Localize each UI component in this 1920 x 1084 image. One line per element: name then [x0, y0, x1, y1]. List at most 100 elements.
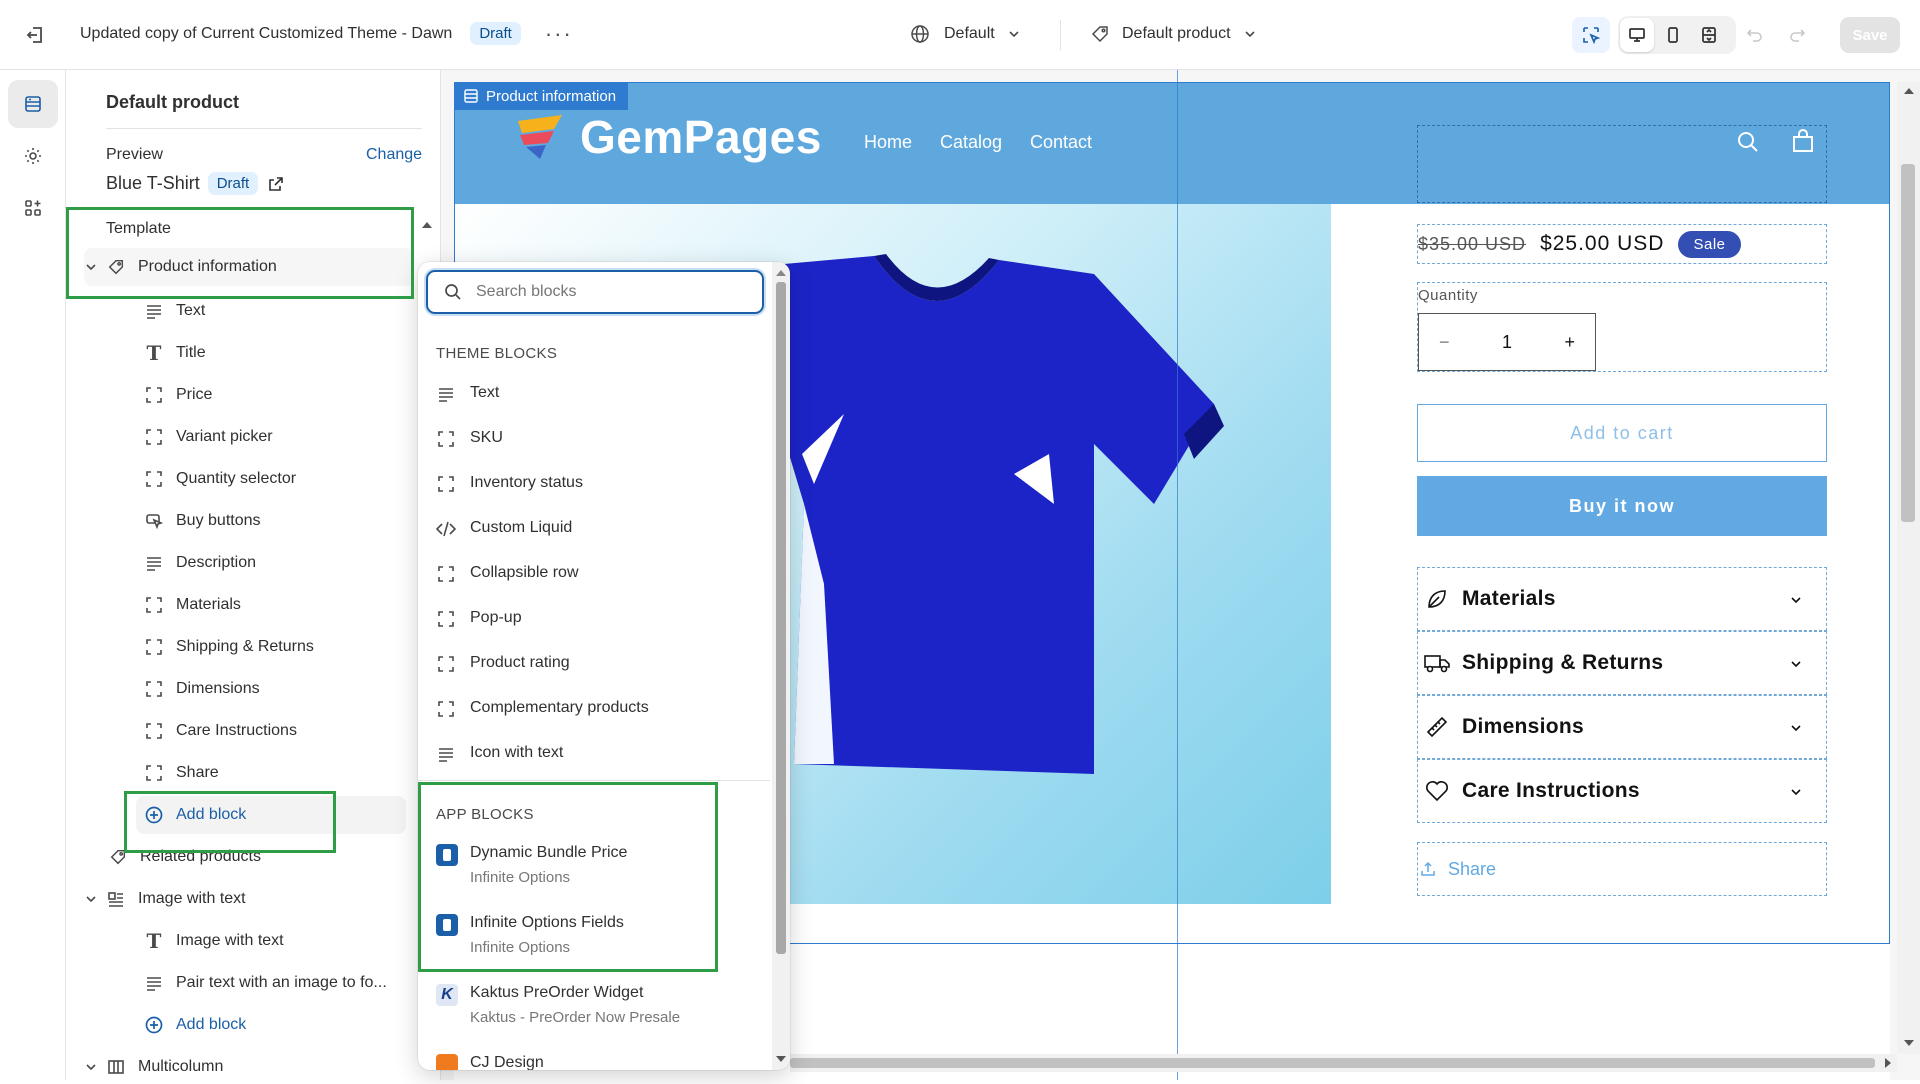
block-text[interactable]: Text [144, 292, 205, 330]
chevron-down-icon [86, 1064, 96, 1071]
app-block-cj-design[interactable]: CJ Design [436, 1054, 544, 1070]
block-care-instructions[interactable]: Care Instructions [144, 712, 297, 750]
section-multicolumn[interactable]: Multicolumn [84, 1048, 223, 1080]
theme-block-product-rating[interactable]: Product rating [436, 654, 570, 674]
app-block-name: CJ Design [470, 1054, 544, 1070]
theme-block-sku[interactable]: SKU [436, 429, 503, 449]
app-block-name: Infinite Options Fields [470, 914, 624, 931]
theme-block-collapsible-row[interactable]: Collapsible row [436, 564, 579, 584]
scroll-down-arrow[interactable] [1904, 1040, 1914, 1046]
accordion-care-instructions[interactable]: Care Instructions [1417, 759, 1827, 823]
chevron-down-icon [1009, 31, 1019, 38]
search-icon[interactable] [1736, 130, 1760, 154]
inspector-toggle-button[interactable] [1572, 17, 1610, 53]
sidebar-scroll-up[interactable] [422, 222, 432, 228]
buy-now-button[interactable]: Buy it now [1417, 476, 1827, 536]
nav-contact[interactable]: Contact [1030, 132, 1092, 153]
more-actions-button[interactable]: ··· [545, 22, 573, 44]
block-price[interactable]: Price [144, 376, 212, 414]
block-dimensions[interactable]: Dimensions [144, 670, 260, 708]
scroll-up-arrow[interactable] [776, 270, 786, 276]
theme-block-inventory-status[interactable]: Inventory status [436, 474, 583, 494]
desktop-view-button[interactable] [1620, 18, 1654, 52]
section-image-with-text[interactable]: Image with text [84, 880, 246, 918]
sidebar-heading: Default product [106, 92, 239, 112]
quantity-value[interactable]: 1 [1502, 332, 1512, 353]
app-block-dynamic-bundle-price[interactable]: Dynamic Bundle Price Infinite Options [436, 844, 627, 886]
code-icon [436, 519, 456, 539]
quantity-label: Quantity [1418, 287, 1478, 304]
theme-block-complementary-products[interactable]: Complementary products [436, 699, 649, 719]
block-frame-icon [144, 679, 164, 699]
scroll-right-arrow[interactable] [1885, 1058, 1891, 1068]
cart-icon[interactable] [1790, 128, 1816, 154]
section-label: Image with text [138, 890, 246, 907]
redo-icon [1790, 29, 1806, 42]
undo-button[interactable] [1738, 18, 1772, 52]
theme-block-custom-liquid[interactable]: Custom Liquid [436, 519, 572, 539]
add-block-button-2[interactable]: Add block [144, 1006, 246, 1044]
section-related-products[interactable]: Related products [108, 838, 261, 876]
chevron-down-icon [1791, 661, 1801, 668]
block-pair-text[interactable]: Pair text with an image to fo... [144, 964, 387, 1002]
block-title[interactable]: T Title [144, 334, 206, 372]
quantity-stepper[interactable]: − 1 + [1418, 313, 1596, 371]
quantity-decrease-button[interactable]: − [1439, 332, 1450, 353]
nav-home[interactable]: Home [864, 132, 912, 153]
app-block-infinite-options-fields[interactable]: Infinite Options Fields Infinite Options [436, 914, 624, 956]
redo-button[interactable] [1780, 18, 1814, 52]
accordion-materials[interactable]: Materials [1417, 567, 1827, 631]
block-image-with-text[interactable]: T Image with text [144, 922, 284, 960]
undo-icon [1746, 29, 1762, 42]
block-share[interactable]: Share [144, 754, 219, 792]
mobile-icon [1668, 27, 1678, 43]
block-quantity-selector[interactable]: Quantity selector [144, 460, 296, 498]
scroll-down-arrow[interactable] [776, 1056, 786, 1062]
quantity-increase-button[interactable]: + [1564, 332, 1575, 353]
popover-scrollbar[interactable] [772, 262, 790, 1070]
theme-block-icon-with-text[interactable]: Icon with text [436, 744, 563, 764]
block-label: Care Instructions [176, 722, 297, 739]
rail-settings-button[interactable] [8, 132, 58, 180]
add-block-label: Add block [176, 806, 247, 823]
section-product-information[interactable]: Product information [84, 248, 414, 286]
store-logo[interactable]: GemPages [514, 110, 822, 164]
rail-sections-button[interactable] [8, 80, 58, 128]
block-shipping-returns[interactable]: Shipping & Returns [144, 628, 314, 666]
scroll-thumb[interactable] [790, 1058, 1875, 1068]
price-block: $35.00 USD $25.00 USD Sale [1417, 224, 1827, 264]
add-to-cart-button[interactable]: Add to cart [1417, 404, 1827, 462]
theme-block-pop-up[interactable]: Pop-up [436, 609, 522, 629]
accordion-shipping-returns[interactable]: Shipping & Returns [1417, 631, 1827, 695]
block-search-input[interactable] [476, 283, 746, 301]
share-button[interactable]: Share [1417, 842, 1827, 896]
block-buy-buttons[interactable]: Buy buttons [144, 502, 261, 540]
rail-apps-button[interactable] [8, 184, 58, 232]
block-description[interactable]: Description [144, 544, 256, 582]
section-label: Multicolumn [138, 1058, 224, 1075]
accordion-dimensions[interactable]: Dimensions [1417, 695, 1827, 759]
brand-name: GemPages [580, 111, 822, 163]
template-selector[interactable]: Default product [1090, 24, 1257, 44]
theme-block-text[interactable]: Text [436, 384, 499, 404]
app-block-kaktus-preorder-widget[interactable]: K Kaktus PreOrder Widget Kaktus - PreOrd… [436, 984, 680, 1026]
block-search-field[interactable] [426, 270, 764, 314]
change-preview-link[interactable]: Change [366, 146, 422, 164]
tag-icon [108, 847, 128, 867]
block-variant-picker[interactable]: Variant picker [144, 418, 273, 456]
fullscreen-view-button[interactable] [1692, 18, 1726, 52]
exit-button[interactable] [18, 18, 52, 52]
save-button[interactable]: Save [1840, 17, 1900, 53]
scroll-thumb[interactable] [776, 282, 786, 954]
preview-vertical-scrollbar[interactable] [1897, 82, 1920, 1054]
external-link-icon[interactable] [268, 176, 284, 192]
share-icon [1421, 861, 1435, 876]
block-materials[interactable]: Materials [144, 586, 241, 624]
add-block-button[interactable]: Add block [136, 796, 406, 834]
scroll-up-arrow[interactable] [1904, 88, 1914, 94]
nav-catalog[interactable]: Catalog [940, 132, 1002, 153]
preview-horizontal-scrollbar[interactable] [790, 1054, 1897, 1072]
locale-selector[interactable]: Default [910, 24, 1021, 44]
scroll-thumb[interactable] [1901, 164, 1915, 522]
mobile-view-button[interactable] [1656, 18, 1690, 52]
